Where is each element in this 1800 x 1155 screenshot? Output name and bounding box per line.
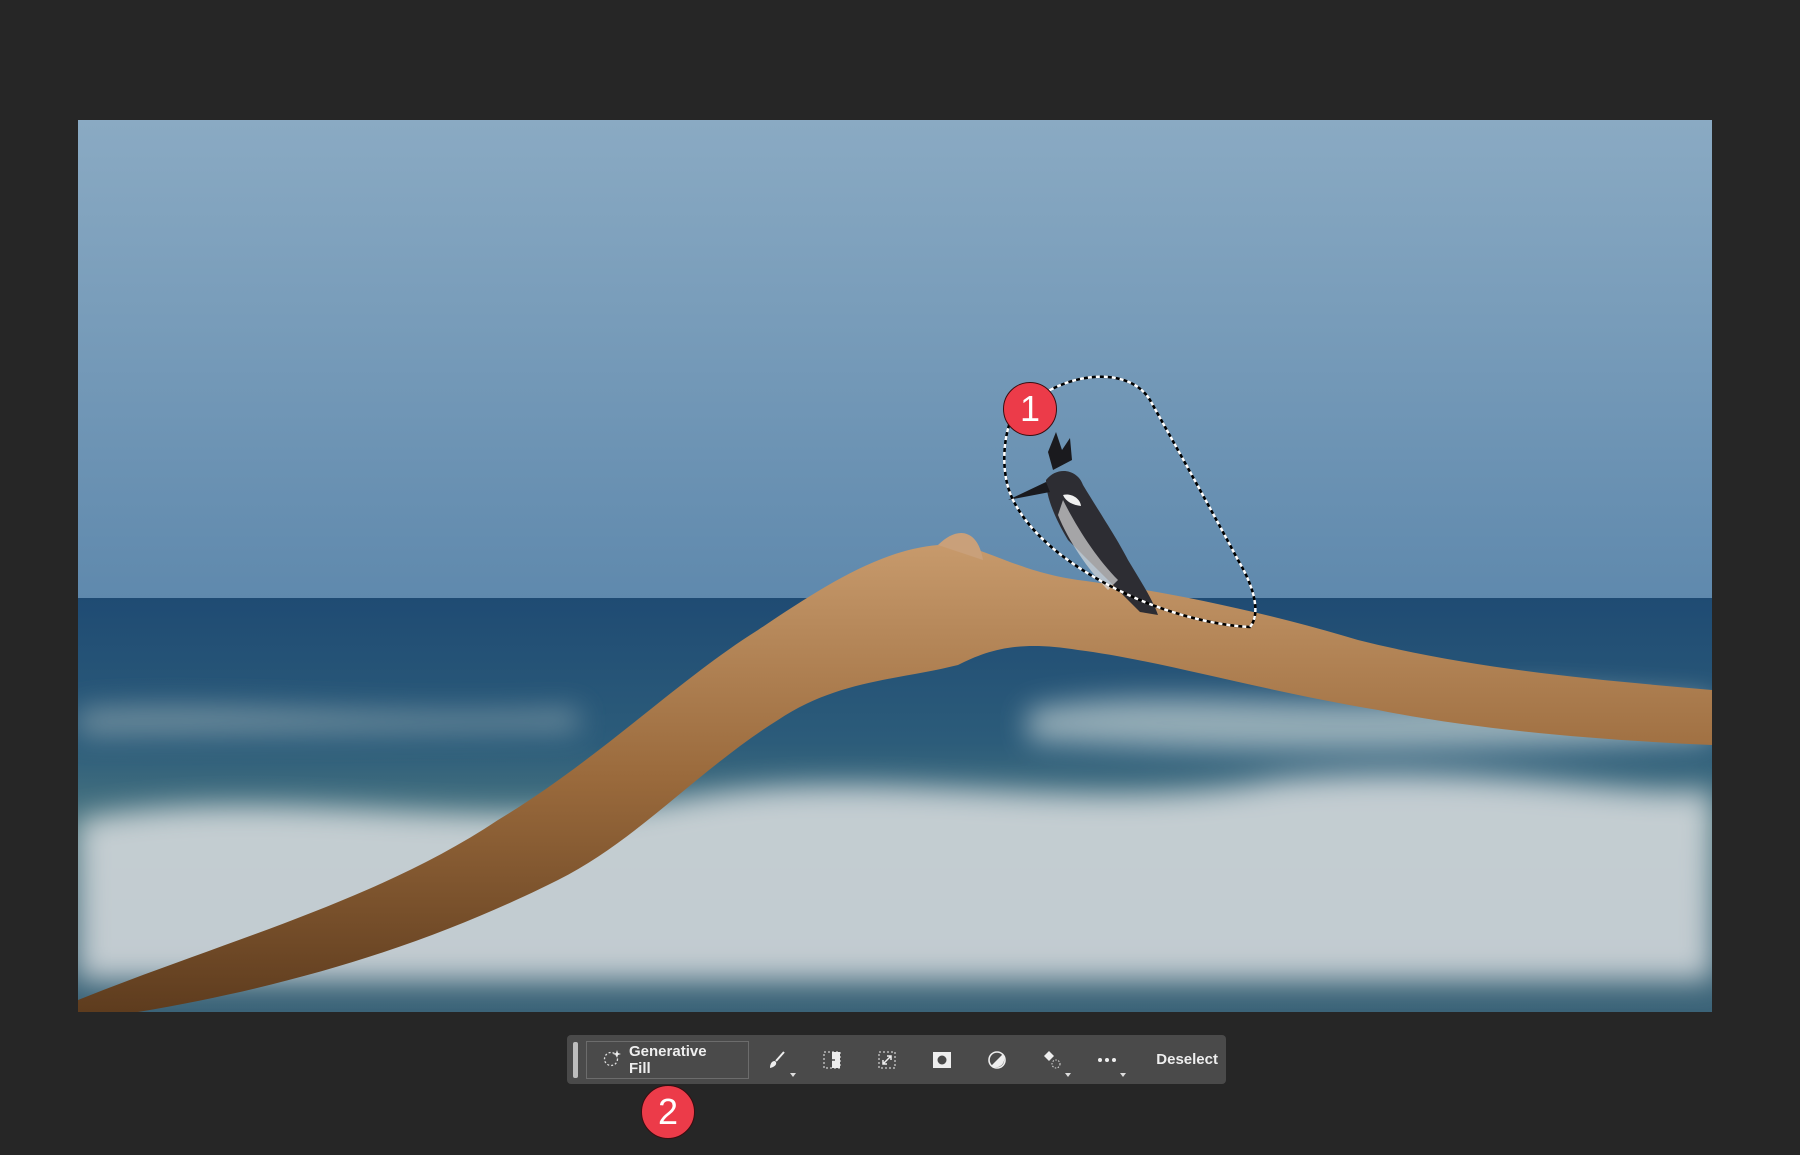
adjustment-button[interactable]	[969, 1041, 1024, 1079]
callout-badge-1: 1	[1003, 382, 1057, 436]
select-subject-icon	[823, 1051, 840, 1068]
photo-canvas[interactable]	[78, 120, 1712, 1012]
more-icon	[1097, 1057, 1116, 1062]
transform-selection-button[interactable]	[859, 1041, 914, 1079]
deselect-button[interactable]: Deselect	[1156, 1051, 1218, 1068]
fill-bucket-icon	[1043, 1050, 1060, 1068]
adjustment-icon	[987, 1050, 1006, 1069]
callout-badge-2: 2	[641, 1085, 695, 1139]
select-subject-button[interactable]	[804, 1041, 859, 1079]
transform-selection-icon	[878, 1051, 895, 1068]
brush-icon	[769, 1050, 785, 1068]
mask-button[interactable]	[914, 1041, 969, 1079]
generative-fill-icon	[603, 1049, 621, 1071]
more-options-button[interactable]	[1079, 1041, 1134, 1079]
drag-handle[interactable]	[573, 1041, 578, 1078]
fill-button[interactable]	[1024, 1041, 1079, 1079]
brush-tool-button[interactable]	[749, 1041, 804, 1079]
generative-fill-button[interactable]: Generative Fill	[586, 1040, 749, 1079]
mask-icon	[932, 1051, 951, 1068]
contextual-task-bar: Generative Fill Deselect	[567, 1035, 1226, 1084]
generative-fill-label: Generative Fill	[629, 1042, 707, 1077]
